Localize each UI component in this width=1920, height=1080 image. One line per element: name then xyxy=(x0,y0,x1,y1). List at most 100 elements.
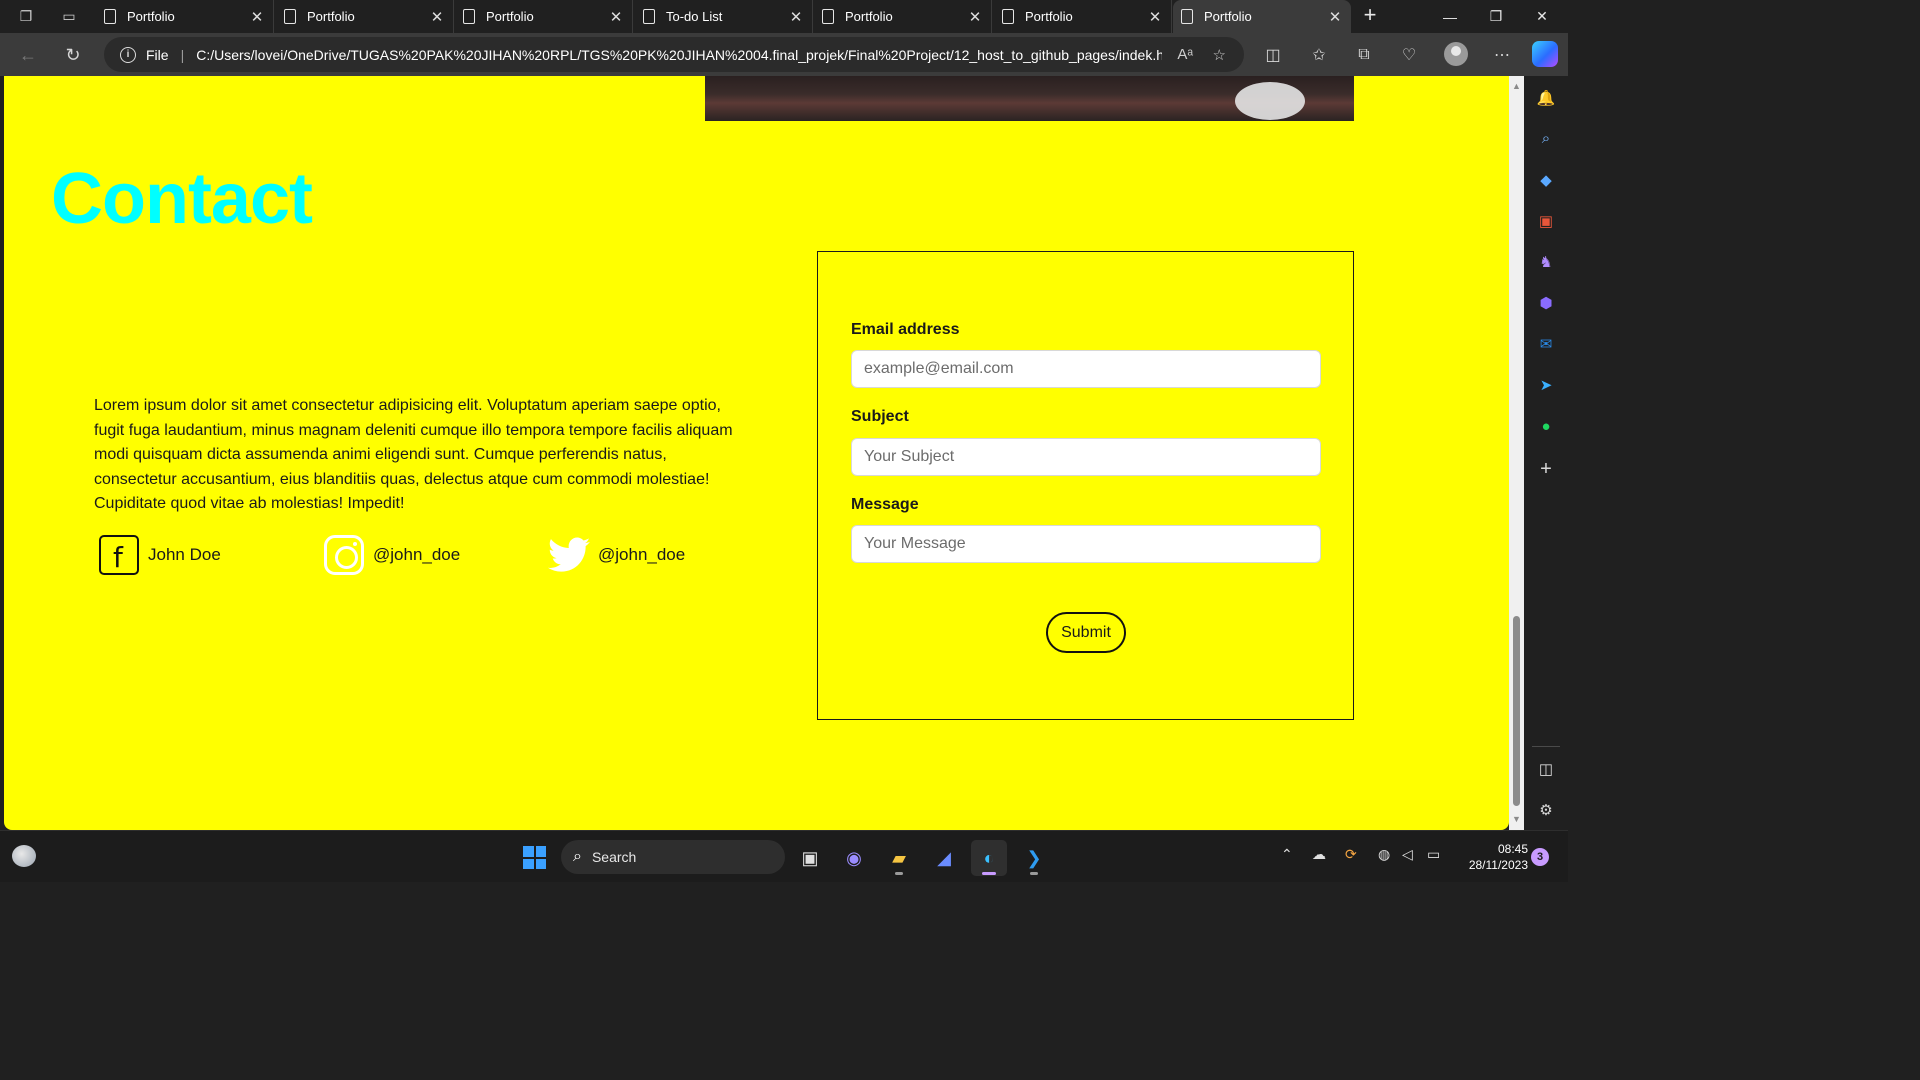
instagram-icon[interactable] xyxy=(323,534,365,576)
more-options-icon[interactable]: ⋯ xyxy=(1489,43,1515,67)
social-twitter[interactable]: @john_doe xyxy=(548,534,685,576)
running-indicator xyxy=(1030,872,1038,875)
divider: | xyxy=(180,46,185,63)
taskbar-clock[interactable]: 08:45 28/11/2023 xyxy=(1452,841,1528,873)
minimize-button[interactable]: — xyxy=(1427,0,1473,33)
social-facebook[interactable]: f John Doe xyxy=(98,534,221,576)
notifications-icon[interactable]: 🔔 xyxy=(1534,86,1558,110)
address-bar[interactable]: i File | C:/Users/lovei/OneDrive/TUGAS%2… xyxy=(104,37,1244,72)
outlook-icon[interactable]: ✉ xyxy=(1534,332,1558,356)
scroll-up-icon[interactable]: ▲ xyxy=(1512,82,1521,91)
microsoft-365-icon[interactable]: ⬢ xyxy=(1534,291,1558,315)
back-button[interactable]: ← xyxy=(14,42,42,68)
favorite-star-icon[interactable]: ☆ xyxy=(1208,44,1230,66)
battery-icon[interactable]: ▭ xyxy=(1427,846,1440,863)
message-label: Message xyxy=(851,496,919,513)
page-scrollbar[interactable]: ▲ ▼ xyxy=(1509,76,1524,830)
close-icon[interactable]: ✕ xyxy=(606,8,626,26)
telegram-icon[interactable]: ➤ xyxy=(1534,373,1558,397)
search-icon[interactable]: ⌕ xyxy=(1534,126,1558,150)
tools-icon[interactable]: ▣ xyxy=(1534,209,1558,233)
teams-chat-icon[interactable]: ◉ xyxy=(836,840,872,876)
twitter-icon[interactable] xyxy=(548,534,590,576)
message-field[interactable] xyxy=(851,525,1321,563)
tab-portfolio-1[interactable]: Portfolio ✕ xyxy=(96,0,274,33)
windows-start-icon[interactable] xyxy=(523,846,546,869)
close-icon[interactable]: ✕ xyxy=(786,8,806,26)
tab-title: Portfolio xyxy=(1025,9,1073,24)
hide-sidebar-icon[interactable]: ◫ xyxy=(1534,757,1558,781)
add-sidebar-app-icon[interactable]: + xyxy=(1534,457,1558,481)
tab-portfolio-4[interactable]: Portfolio ✕ xyxy=(814,0,992,33)
favorites-icon[interactable]: ✩ xyxy=(1306,43,1332,67)
facebook-icon[interactable]: f xyxy=(98,534,140,576)
social-instagram[interactable]: @john_doe xyxy=(323,534,460,576)
close-icon[interactable]: ✕ xyxy=(427,8,447,26)
social-label[interactable]: @john_doe xyxy=(598,545,685,565)
close-icon[interactable]: ✕ xyxy=(247,8,267,26)
contact-heading: Contact xyxy=(51,159,313,239)
browser-essentials-icon[interactable]: ♡ xyxy=(1396,43,1422,67)
tab-todo-list[interactable]: To-do List ✕ xyxy=(635,0,813,33)
close-icon[interactable]: ✕ xyxy=(1145,8,1165,26)
settings-gear-icon[interactable]: ⚙ xyxy=(1534,798,1558,822)
split-screen-icon[interactable]: ◫ xyxy=(1260,43,1286,67)
tab-portfolio-2[interactable]: Portfolio ✕ xyxy=(276,0,454,33)
tab-portfolio-3[interactable]: Portfolio ✕ xyxy=(455,0,633,33)
tab-actions-icon[interactable]: ▭ xyxy=(57,5,81,27)
contact-form: Email address Subject Message Submit xyxy=(817,251,1354,720)
file-explorer-icon[interactable]: ▰ xyxy=(881,840,917,876)
page-icon xyxy=(1002,9,1014,24)
contact-description: Lorem ipsum dolor sit amet consectetur a… xyxy=(94,397,733,512)
spotify-icon[interactable]: ● xyxy=(1534,414,1558,438)
collections-icon[interactable]: ⧉ xyxy=(1351,43,1377,67)
restore-button[interactable]: ❐ xyxy=(1473,0,1519,33)
tab-portfolio-5[interactable]: Portfolio ✕ xyxy=(994,0,1172,33)
tab-title: Portfolio xyxy=(486,9,534,24)
tab-title: Portfolio xyxy=(307,9,355,24)
info-icon[interactable]: i xyxy=(120,46,136,63)
scroll-thumb[interactable] xyxy=(1513,616,1520,806)
network-icon[interactable]: ◍ xyxy=(1378,846,1390,863)
close-window-button[interactable]: ✕ xyxy=(1519,0,1565,33)
vscode-icon[interactable]: ❯ xyxy=(1016,840,1052,876)
onedrive-icon[interactable]: ☁ xyxy=(1312,846,1326,863)
show-hidden-icons-chevron-icon[interactable]: ⌃ xyxy=(1281,846,1293,863)
volume-icon[interactable]: ◁ xyxy=(1402,846,1413,863)
sync-icon[interactable]: ⟳ xyxy=(1345,846,1357,863)
copilot-icon[interactable] xyxy=(1532,41,1558,67)
scheme-label: File xyxy=(146,46,169,63)
read-aloud-icon[interactable]: Aᵃ xyxy=(1174,44,1196,66)
close-icon[interactable]: ✕ xyxy=(965,8,985,26)
refresh-button[interactable]: ↻ xyxy=(59,42,87,68)
taskbar-search[interactable]: ⌕ Search xyxy=(561,840,785,874)
edge-browser-icon[interactable]: ◐ xyxy=(971,840,1007,876)
app-icon[interactable]: ◢ xyxy=(926,840,962,876)
url-text[interactable]: C:/Users/lovei/OneDrive/TUGAS%20PAK%20JI… xyxy=(196,47,1162,63)
search-icon: ⌕ xyxy=(573,848,582,865)
clock-date: 28/11/2023 xyxy=(1468,858,1528,872)
tab-title: Portfolio xyxy=(1204,9,1252,24)
scroll-down-icon[interactable]: ▼ xyxy=(1512,815,1521,824)
new-tab-button[interactable]: + xyxy=(1357,4,1383,28)
weather-icon[interactable] xyxy=(12,845,36,867)
social-label[interactable]: John Doe xyxy=(148,545,221,565)
games-icon[interactable]: ♞ xyxy=(1534,250,1558,274)
social-label[interactable]: @john_doe xyxy=(373,545,460,565)
browser-toolbar: ← ↻ i File | C:/Users/lovei/OneDrive/TUG… xyxy=(0,33,1568,76)
subject-field[interactable] xyxy=(851,438,1321,476)
windows-taskbar: ⌕ Search ▣ ◉ ▰ ◢ ◐ ❯ ⌃ ☁ ⟳ ◍ ◁ ▭ 08:45 2… xyxy=(0,830,1568,882)
project-image xyxy=(705,76,1354,121)
close-icon[interactable]: ✕ xyxy=(1325,8,1345,26)
profile-avatar[interactable] xyxy=(1444,42,1468,66)
notification-badge[interactable]: 3 xyxy=(1531,848,1549,866)
workspaces-icon[interactable]: ❐ xyxy=(14,5,38,27)
tab-title: Portfolio xyxy=(845,9,893,24)
tab-portfolio-active[interactable]: Portfolio ✕ xyxy=(1173,0,1351,33)
page-viewport: Contact Lorem ipsum dolor sit amet conse… xyxy=(4,76,1509,830)
submit-button[interactable]: Submit xyxy=(1046,612,1126,653)
shopping-icon[interactable]: ◆ xyxy=(1534,168,1558,192)
email-field[interactable] xyxy=(851,350,1321,388)
task-view-icon[interactable]: ▣ xyxy=(792,840,828,876)
page-icon xyxy=(822,9,834,24)
